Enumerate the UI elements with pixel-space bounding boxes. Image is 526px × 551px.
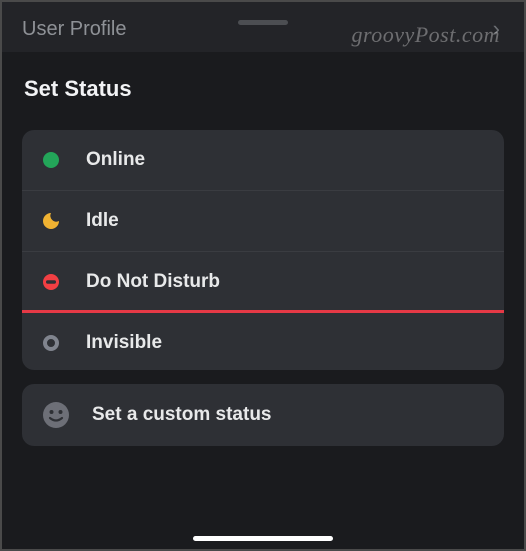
status-option-invisible[interactable]: Invisible — [22, 310, 504, 370]
header-user-profile[interactable]: User Profile › — [2, 2, 524, 52]
status-label: Invisible — [86, 332, 162, 354]
status-options-card: Online Idle Do Not — [22, 130, 504, 370]
custom-status-button[interactable]: Set a custom status — [22, 384, 504, 446]
sheet-title: Set Status — [2, 52, 524, 130]
status-option-dnd[interactable]: Do Not Disturb — [22, 252, 504, 313]
status-label: Do Not Disturb — [86, 271, 220, 293]
online-icon — [42, 151, 60, 169]
custom-status-card: Set a custom status — [22, 384, 504, 446]
status-label: Online — [86, 149, 145, 171]
emoji-smile-icon — [42, 401, 70, 429]
status-label: Idle — [86, 210, 119, 232]
idle-icon — [42, 212, 60, 230]
custom-status-label: Set a custom status — [92, 404, 272, 426]
chevron-right-icon: › — [493, 16, 504, 42]
dnd-icon — [42, 273, 60, 291]
status-option-online[interactable]: Online — [22, 130, 504, 191]
status-option-idle[interactable]: Idle — [22, 191, 504, 252]
header-title: User Profile — [22, 18, 126, 41]
home-indicator — [193, 536, 333, 541]
drag-handle[interactable] — [238, 20, 288, 25]
invisible-icon — [42, 334, 60, 352]
